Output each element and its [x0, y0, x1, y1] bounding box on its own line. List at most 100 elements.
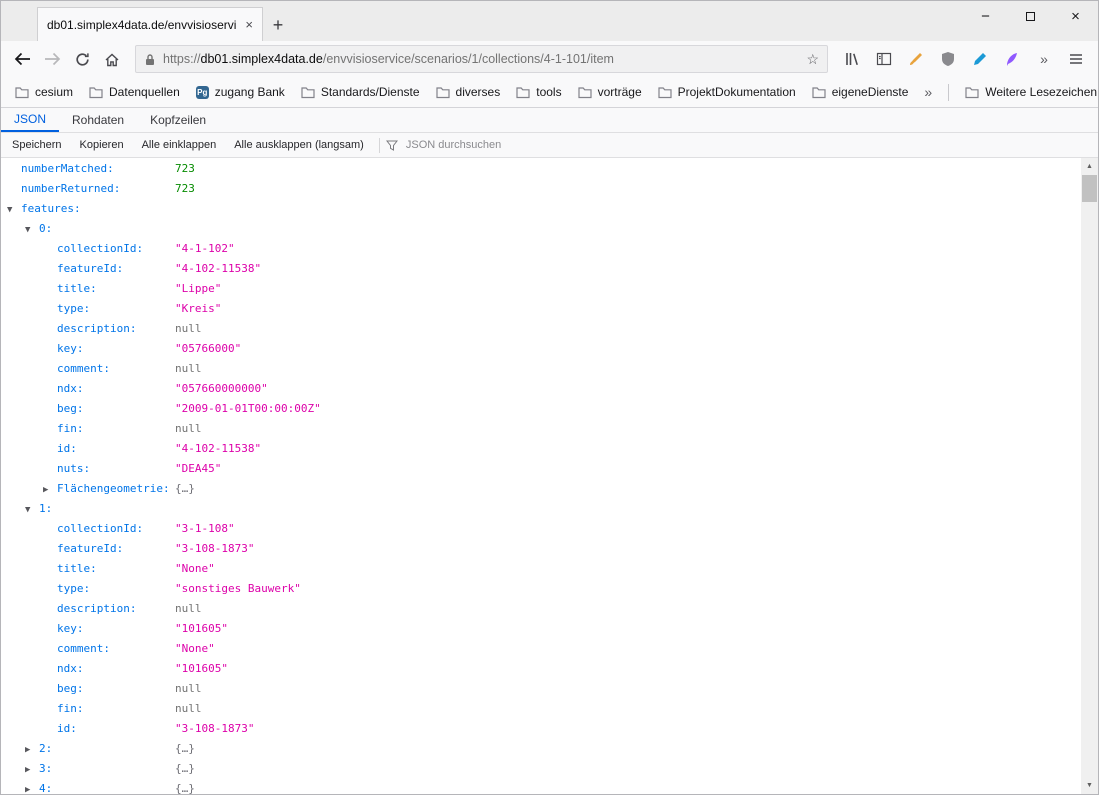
json-key: Flächengeometrie:	[57, 482, 170, 495]
navigation-toolbar: https://db01.simplex4data.de/envvisioser…	[1, 41, 1098, 77]
json-tree-row[interactable]: ▼features:	[1, 199, 1098, 219]
menu-icon[interactable]	[1060, 45, 1092, 73]
toolbar-button[interactable]: Speichern	[3, 139, 71, 151]
json-tree-row[interactable]: ▼1:	[1, 499, 1098, 519]
bookmarks-right: » Weitere Lesezeichen	[916, 81, 1099, 103]
bookmark-item[interactable]: vorträge	[570, 82, 650, 102]
bookmark-label: cesium	[35, 85, 73, 99]
json-value-null: null	[175, 679, 202, 699]
json-value-string: "4-102-11538"	[175, 259, 261, 279]
json-key: id:	[57, 722, 77, 735]
json-tree-row: numberMatched:723	[1, 159, 1098, 179]
folder-icon	[516, 86, 530, 99]
maximize-button[interactable]	[1008, 1, 1053, 31]
extension-brush-icon[interactable]	[900, 45, 932, 73]
json-tree-row[interactable]: ▶Flächengeometrie:{…}	[1, 479, 1098, 499]
bookmark-item[interactable]: eigeneDienste	[804, 82, 917, 102]
bookmark-star-icon[interactable]: ☆	[806, 51, 819, 68]
toolbar-button[interactable]: Kopieren	[71, 139, 133, 151]
bookmark-item[interactable]: tools	[508, 82, 569, 102]
home-button[interactable]	[97, 45, 127, 73]
scroll-down-icon[interactable]: ▼	[1081, 777, 1098, 794]
json-tree-row: collectionId:"3-1-108"	[1, 519, 1098, 539]
viewer-tab-kopfzeilen[interactable]: Kopfzeilen	[137, 108, 219, 132]
expander-closed-icon[interactable]: ▶	[25, 760, 39, 780]
forward-button[interactable]	[37, 45, 67, 73]
minimize-button[interactable]: −	[963, 1, 1008, 31]
json-tree-row[interactable]: ▶3:{…}	[1, 759, 1098, 779]
expander-closed-icon[interactable]: ▶	[25, 740, 39, 760]
json-viewer-content: numberMatched:723numberReturned:723▼feat…	[1, 158, 1098, 794]
toolbar-button[interactable]: Alle ausklappen (langsam)	[225, 139, 373, 151]
bookmark-label: ProjektDokumentation	[678, 85, 796, 99]
forward-icon	[44, 52, 61, 66]
expander-open-icon[interactable]: ▼	[7, 200, 21, 220]
home-icon	[104, 52, 120, 67]
json-search-input[interactable]	[404, 138, 564, 152]
json-tree-row[interactable]: ▶4:{…}	[1, 779, 1098, 794]
library-icon[interactable]	[836, 45, 868, 73]
bookmarks-overflow-button[interactable]: »	[916, 81, 940, 103]
json-value-null: null	[175, 319, 202, 339]
json-value-string: "057660000000"	[175, 379, 268, 399]
other-bookmarks-label: Weitere Lesezeichen	[985, 85, 1097, 99]
extension-pen-icon[interactable]	[964, 45, 996, 73]
new-tab-button[interactable]: +	[263, 9, 293, 41]
vertical-scrollbar[interactable]: ▲ ▼	[1081, 158, 1098, 794]
scrollbar-thumb[interactable]	[1082, 175, 1097, 202]
bookmark-item[interactable]: diverses	[428, 82, 509, 102]
expander-closed-icon[interactable]: ▶	[43, 480, 57, 500]
folder-icon	[301, 86, 315, 99]
back-button[interactable]	[7, 45, 37, 73]
lock-icon	[144, 53, 156, 66]
json-key: title:	[57, 282, 97, 295]
json-tree-row[interactable]: ▶2:{…}	[1, 739, 1098, 759]
url-bar[interactable]: https://db01.simplex4data.de/envvisioser…	[135, 45, 828, 73]
other-bookmarks-button[interactable]: Weitere Lesezeichen	[957, 82, 1099, 102]
json-tree-row: ndx:"057660000000"	[1, 379, 1098, 399]
viewer-tab-json[interactable]: JSON	[1, 108, 59, 132]
viewer-tab-rohdaten[interactable]: Rohdaten	[59, 108, 137, 132]
bookmark-label: Standards/Dienste	[321, 85, 420, 99]
bookmark-item[interactable]: cesium	[7, 82, 81, 102]
expander-closed-icon[interactable]: ▶	[25, 780, 39, 794]
json-key: comment:	[57, 642, 110, 655]
browser-tab[interactable]: db01.simplex4data.de/envvisioservi ×	[37, 7, 263, 41]
json-tree-row: key:"05766000"	[1, 339, 1098, 359]
json-key: description:	[57, 322, 136, 335]
json-value-string: "DEA45"	[175, 459, 221, 479]
json-key: key:	[57, 622, 84, 635]
expander-open-icon[interactable]: ▼	[25, 500, 39, 520]
extension-shield-icon[interactable]	[932, 45, 964, 73]
json-tree-row: beg:"2009-01-01T00:00:00Z"	[1, 399, 1098, 419]
json-tree-row: id:"4-102-11538"	[1, 439, 1098, 459]
expander-open-icon[interactable]: ▼	[25, 220, 39, 240]
url-scheme: https://	[163, 52, 201, 66]
toolbar-button[interactable]: Alle einklappen	[133, 139, 226, 151]
json-key: features:	[21, 202, 81, 215]
extension-feather-icon[interactable]	[996, 45, 1028, 73]
bookmark-label: eigeneDienste	[832, 85, 909, 99]
bookmark-item[interactable]: Standards/Dienste	[293, 82, 428, 102]
bookmark-item[interactable]: Datenquellen	[81, 82, 188, 102]
json-tree-row: ndx:"101605"	[1, 659, 1098, 679]
json-tree-row: type:"sonstiges Bauwerk"	[1, 579, 1098, 599]
tab-close-icon[interactable]: ×	[242, 17, 256, 32]
scroll-up-icon[interactable]: ▲	[1081, 158, 1098, 175]
bookmark-item[interactable]: Pgzugang Bank	[188, 82, 293, 102]
json-key: numberMatched:	[21, 162, 114, 175]
sidebar-icon[interactable]	[868, 45, 900, 73]
json-key: comment:	[57, 362, 110, 375]
reload-button[interactable]	[67, 45, 97, 73]
titlebar: db01.simplex4data.de/envvisioservi × + −…	[1, 1, 1098, 41]
json-value-null: null	[175, 419, 202, 439]
json-key: beg:	[57, 402, 84, 415]
json-key: title:	[57, 562, 97, 575]
json-tree-row: fin:null	[1, 419, 1098, 439]
bookmark-item[interactable]: ProjektDokumentation	[650, 82, 804, 102]
json-tree-row[interactable]: ▼0:	[1, 219, 1098, 239]
folder-icon	[578, 86, 592, 99]
close-button[interactable]: ×	[1053, 1, 1098, 31]
json-key: type:	[57, 302, 90, 315]
overflow-chevron-icon[interactable]: »	[1028, 45, 1060, 73]
